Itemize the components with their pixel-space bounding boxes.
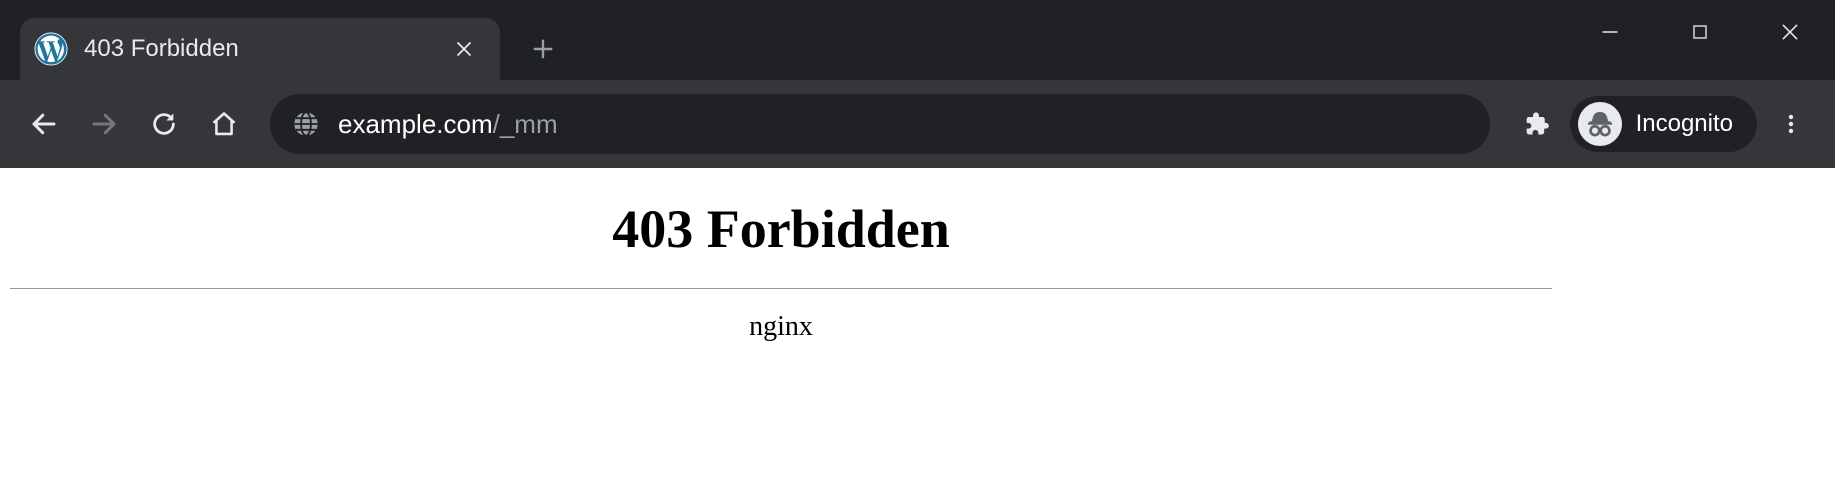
new-tab-button[interactable]	[520, 26, 566, 72]
maximize-icon	[1691, 23, 1709, 41]
window-controls	[1565, 0, 1835, 64]
tab-strip: 403 Forbidden	[0, 0, 1835, 80]
globe-icon	[292, 110, 320, 138]
site-info-button[interactable]	[292, 110, 320, 138]
arrow-right-icon	[89, 109, 119, 139]
browser-menu-button[interactable]	[1765, 98, 1817, 150]
close-icon	[455, 40, 473, 58]
reload-icon	[150, 110, 178, 138]
nav-back-button[interactable]	[18, 98, 70, 150]
url-text: example.com/_mm	[338, 109, 1468, 140]
home-button[interactable]	[198, 98, 250, 150]
url-host: example.com	[338, 109, 493, 139]
tab-close-button[interactable]	[446, 31, 482, 67]
url-path: /_mm	[493, 109, 558, 139]
wordpress-icon	[34, 32, 68, 66]
incognito-icon	[1578, 102, 1622, 146]
nav-forward-button[interactable]	[78, 98, 130, 150]
incognito-indicator[interactable]: Incognito	[1570, 96, 1757, 152]
close-icon	[1780, 22, 1800, 42]
server-signature: nginx	[0, 311, 1562, 343]
window-close-button[interactable]	[1745, 0, 1835, 64]
incognito-label: Incognito	[1636, 110, 1733, 138]
tab-title: 403 Forbidden	[84, 35, 422, 63]
divider	[10, 288, 1552, 289]
window-maximize-button[interactable]	[1655, 0, 1745, 64]
address-bar[interactable]: example.com/_mm	[270, 94, 1490, 154]
plus-icon	[532, 38, 554, 60]
arrow-left-icon	[29, 109, 59, 139]
puzzle-icon	[1522, 110, 1550, 138]
window-minimize-button[interactable]	[1565, 0, 1655, 64]
page-content: 403 Forbidden nginx	[0, 168, 1562, 343]
reload-button[interactable]	[138, 98, 190, 150]
error-heading: 403 Forbidden	[0, 198, 1562, 260]
kebab-menu-icon	[1779, 112, 1803, 136]
extensions-button[interactable]	[1510, 98, 1562, 150]
toolbar: example.com/_mm Incognito	[0, 80, 1835, 168]
minimize-icon	[1600, 22, 1620, 42]
browser-tab[interactable]: 403 Forbidden	[20, 18, 500, 80]
home-icon	[210, 110, 238, 138]
browser-chrome: 403 Forbidden	[0, 0, 1835, 168]
